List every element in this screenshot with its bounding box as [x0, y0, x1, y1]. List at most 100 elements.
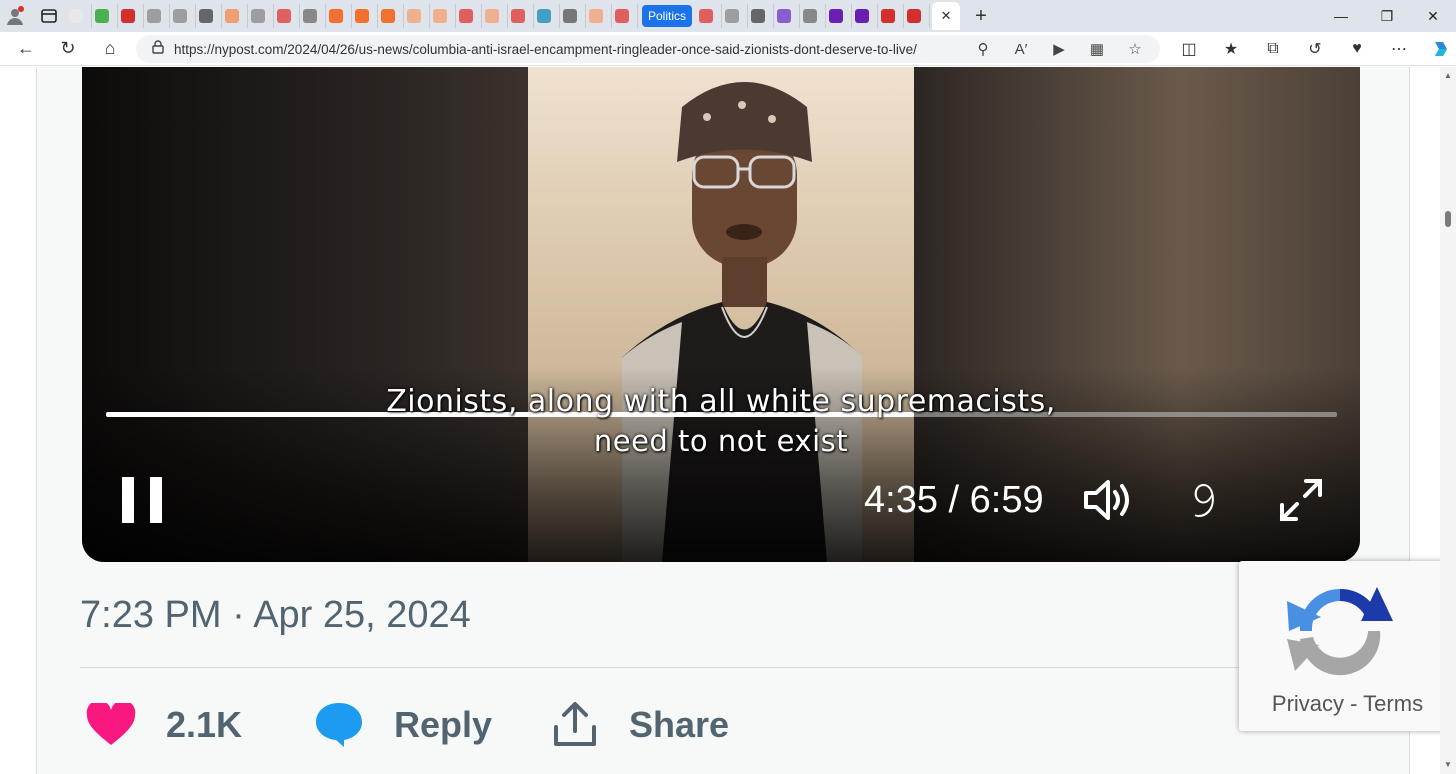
pause-icon[interactable]: [122, 477, 162, 523]
divider: [80, 667, 1240, 668]
tab-favicon-icon: [907, 9, 922, 23]
browser-tab[interactable]: [800, 4, 827, 28]
caption-line-2: need to not exist: [593, 424, 849, 458]
browser-tab[interactable]: [404, 4, 430, 28]
recaptcha-badge[interactable]: Privacy - Terms: [1239, 561, 1456, 731]
browser-tab[interactable]: [722, 4, 749, 28]
browser-tab[interactable]: [118, 4, 144, 28]
lock-icon[interactable]: [152, 39, 164, 59]
history-icon[interactable]: ↺: [1294, 34, 1336, 64]
tab-favicon-icon: [225, 9, 239, 23]
browser-tab[interactable]: [170, 4, 196, 28]
reply-button[interactable]: Reply: [314, 697, 492, 753]
favorite-star-icon[interactable]: ☆: [1116, 40, 1154, 58]
browser-tab[interactable]: [482, 4, 508, 28]
browser-tab[interactable]: [92, 4, 118, 28]
browser-tab[interactable]: [300, 4, 326, 28]
tab-favicon-icon: [563, 9, 577, 23]
scroll-up-icon[interactable]: ▲: [1443, 71, 1453, 81]
browser-tab[interactable]: [586, 4, 612, 28]
tab-list: Politics ✕ +: [66, 0, 996, 32]
tab-favicon-icon: [751, 9, 766, 23]
browser-tab[interactable]: [612, 4, 638, 28]
window-controls: — ❐ ✕: [1318, 0, 1456, 32]
immersive-reader-icon[interactable]: ▦: [1078, 40, 1116, 58]
browser-tab[interactable]: [248, 4, 274, 28]
tab-strip: Politics ✕ + — ❐ ✕: [0, 0, 1456, 32]
tab-politics[interactable]: Politics: [642, 5, 693, 27]
x-logo-icon[interactable]: 𝟿: [1178, 476, 1228, 524]
profile-icon[interactable]: [4, 5, 26, 27]
browser-tab[interactable]: [878, 4, 905, 28]
browser-tab[interactable]: [560, 4, 586, 28]
browser-tab[interactable]: [852, 4, 879, 28]
address-bar[interactable]: https://nypost.com/2024/04/26/us-news/co…: [136, 35, 1160, 63]
recaptcha-privacy-terms[interactable]: Privacy - Terms: [1239, 691, 1456, 717]
browser-tab[interactable]: [456, 4, 482, 28]
page-content: Zionists, along with all white supremaci…: [0, 67, 1456, 774]
read-aloud-icon[interactable]: A′: [1002, 41, 1040, 58]
favorites-icon[interactable]: ★: [1210, 34, 1252, 64]
back-icon[interactable]: ←: [8, 34, 44, 64]
browser-tab[interactable]: [430, 4, 456, 28]
browser-tab[interactable]: [144, 4, 170, 28]
home-icon[interactable]: ⌂: [92, 34, 128, 64]
browser-tab[interactable]: [534, 4, 560, 28]
browser-tab[interactable]: [904, 4, 931, 28]
active-tab-close-icon[interactable]: ✕: [932, 2, 961, 30]
browser-tab[interactable]: [748, 4, 775, 28]
browser-tab[interactable]: [696, 4, 723, 28]
tab-favicon-icon: [777, 9, 792, 23]
tab-actions-icon[interactable]: [38, 5, 60, 27]
browser-tab[interactable]: [508, 4, 534, 28]
tab-favicon-icon: [829, 9, 844, 23]
browser-tab[interactable]: [826, 4, 853, 28]
browser-essentials-icon[interactable]: ♥: [1336, 34, 1378, 64]
scroll-thumb[interactable]: [1445, 211, 1451, 227]
browser-tab[interactable]: [326, 4, 352, 28]
new-tab-icon[interactable]: +: [966, 2, 996, 30]
like-button[interactable]: 2.1K: [86, 697, 242, 753]
navigation-bar: ← ↻ ⌂ https://nypost.com/2024/04/26/us-n…: [0, 32, 1456, 66]
tab-favicon-icon: [511, 9, 525, 23]
page-scrollbar[interactable]: ▲ ▼: [1440, 67, 1456, 774]
speech-bubble-icon: [316, 703, 362, 747]
copilot-icon[interactable]: [1420, 34, 1456, 64]
scroll-down-icon[interactable]: ▼: [1443, 760, 1453, 770]
more-menu-icon[interactable]: ⋯: [1378, 34, 1420, 64]
video-time-display: 4:35 / 6:59: [864, 479, 1044, 521]
fullscreen-icon[interactable]: [1278, 477, 1324, 523]
tab-favicon-icon: [121, 9, 135, 23]
browser-tab[interactable]: [222, 4, 248, 28]
restore-icon[interactable]: ❐: [1364, 0, 1410, 32]
split-screen-icon[interactable]: ◫: [1168, 34, 1210, 64]
minimize-icon[interactable]: —: [1318, 0, 1364, 32]
browser-tab[interactable]: [66, 4, 92, 28]
tab-favicon-icon: [173, 9, 187, 23]
browser-tab[interactable]: [774, 4, 801, 28]
heart-icon: [86, 703, 136, 745]
share-button[interactable]: Share: [551, 697, 729, 753]
tab-favicon-icon: [355, 9, 369, 23]
browser-tab[interactable]: [196, 4, 222, 28]
volume-icon[interactable]: [1082, 477, 1134, 523]
tab-favicon-icon: [95, 9, 109, 23]
close-window-icon[interactable]: ✕: [1410, 0, 1456, 32]
refresh-icon[interactable]: ↻: [50, 34, 86, 64]
zoom-icon[interactable]: ⚲: [964, 40, 1002, 58]
app-available-icon[interactable]: ▶: [1040, 40, 1078, 58]
tab-favicon-icon: [615, 9, 629, 23]
recaptcha-logo-icon: [1287, 587, 1393, 676]
url-text[interactable]: https://nypost.com/2024/04/26/us-news/co…: [174, 42, 917, 57]
tab-favicon-icon: [459, 9, 473, 23]
browser-tab[interactable]: [352, 4, 378, 28]
tweet-timestamp[interactable]: 7:23 PM · Apr 25, 2024: [80, 594, 471, 637]
video-player[interactable]: Zionists, along with all white supremaci…: [82, 67, 1360, 562]
tab-favicon-icon: [881, 9, 896, 23]
tab-favicon-icon: [251, 9, 265, 23]
upload-share-icon: [554, 702, 596, 746]
browser-tab[interactable]: [274, 4, 300, 28]
tab-favicon-icon: [485, 9, 499, 23]
browser-tab[interactable]: [378, 4, 404, 28]
collections-icon[interactable]: ⧉: [1252, 34, 1294, 64]
